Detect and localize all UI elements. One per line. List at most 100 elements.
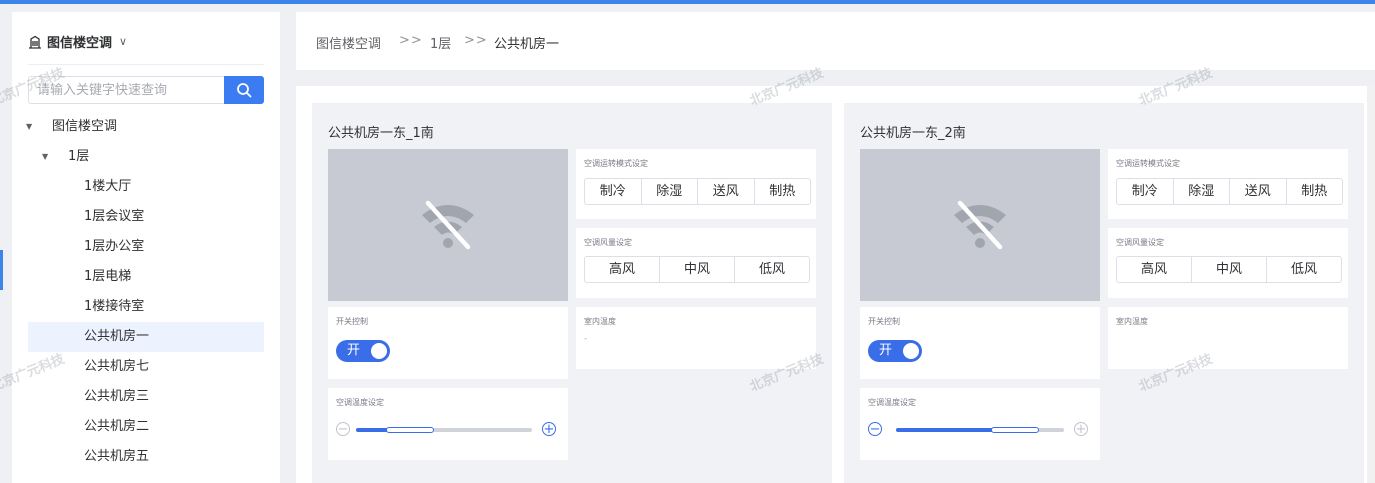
fan-low-button[interactable]: 低风	[1267, 257, 1341, 282]
tree-node-label: 1层	[68, 149, 90, 164]
temp-set-label: 空调温度设定	[868, 398, 916, 407]
tree-node-label: 1层电梯	[84, 269, 132, 284]
breadcrumb-item-root[interactable]: 图信楼空调	[316, 33, 381, 52]
plus-icon[interactable]: +	[542, 422, 556, 437]
mode-label: 空调运转模式设定	[1116, 159, 1180, 168]
tree-node-label: 图信楼空调	[52, 119, 118, 134]
fan-panel: 空调风量设定 高风 中风 低风	[1108, 228, 1348, 298]
mode-cool-button[interactable]: 制冷	[585, 179, 642, 204]
sidebar-title: 图信楼空调	[47, 36, 113, 51]
power-panel: 开关控制 开	[328, 307, 568, 379]
tree-node-label: 公共机房二	[84, 419, 150, 434]
fan-low-button[interactable]: 低风	[735, 257, 809, 282]
plus-icon[interactable]: +	[1074, 422, 1088, 437]
fan-panel: 空调风量设定 高风 中风 低风	[576, 228, 816, 298]
tree-node-label: 公共机房三	[84, 389, 150, 404]
mode-panel: 空调运转模式设定 制冷 除湿 送风 制热	[1108, 149, 1348, 219]
tree-node[interactable]: ▼ 图信楼空调	[26, 112, 264, 142]
tree-node-label: 公共机房七	[84, 359, 150, 374]
sidebar: 图信楼空调 ∨ ▼ 图信楼空调 ▼ 1层 1楼大厅 1层会议室 1层办公室 1层电梯 1楼接待室…	[12, 12, 280, 483]
mode-fan-button[interactable]: 送风	[698, 179, 755, 204]
tree-node[interactable]: 1层会议室	[28, 202, 264, 232]
mode-fan-button[interactable]: 送风	[1230, 179, 1287, 204]
unit-title: 公共机房一东_2南	[860, 126, 966, 141]
mode-selector: 制冷 除湿 送风 制热	[1116, 178, 1343, 205]
fan-label: 空调风量设定	[1116, 238, 1164, 247]
power-toggle[interactable]: 开	[336, 340, 390, 362]
tree-node[interactable]: 公共机房二	[28, 412, 264, 442]
tree-node[interactable]: 公共机房七	[28, 352, 264, 382]
breadcrumb-item-floor[interactable]: 1层	[430, 33, 451, 52]
tree-node-label: 1楼大厅	[84, 179, 132, 194]
fan-selector: 高风 中风 低风	[1116, 256, 1342, 283]
toggle-knob	[903, 343, 919, 359]
sidebar-title-dropdown[interactable]: 图信楼空调 ∨	[28, 32, 127, 51]
minus-icon[interactable]: −	[336, 422, 350, 437]
ac-unit-card: 公共机房一东_1南 空调运转模式设定 制冷 除湿 送风 制热 空调风量设定 高风…	[312, 103, 832, 483]
mode-dehumidify-button[interactable]: 除湿	[642, 179, 698, 204]
mode-cool-button[interactable]: 制冷	[1117, 179, 1174, 204]
caret-down-icon[interactable]: ▼	[26, 112, 32, 142]
breadcrumb: 图信楼空调 >> 1层 >> 公共机房一	[296, 12, 1375, 70]
temp-slider-thumb[interactable]	[385, 427, 434, 433]
tree-node[interactable]: ▼ 1层	[28, 142, 264, 172]
wifi-off-icon	[954, 200, 1006, 250]
mode-label: 空调运转模式设定	[584, 159, 648, 168]
power-toggle[interactable]: 开	[868, 340, 922, 362]
tree-node[interactable]: 公共机房一	[28, 322, 264, 352]
fan-selector: 高风 中风 低风	[584, 256, 810, 283]
tree-node[interactable]: 1层办公室	[28, 232, 264, 262]
search-bar	[28, 76, 264, 104]
tree-node-label: 1楼接待室	[84, 299, 145, 314]
indoor-temp-label: 室内温度	[584, 317, 616, 326]
search-input[interactable]	[28, 76, 224, 104]
power-state: 开	[879, 343, 893, 358]
power-label: 开关控制	[868, 317, 900, 326]
tree-node[interactable]: 公共机房五	[28, 442, 264, 472]
search-button[interactable]	[224, 76, 264, 104]
tree-node-label: 公共机房五	[84, 449, 150, 464]
fan-high-button[interactable]: 高风	[1117, 257, 1192, 282]
breadcrumb-item-current: 公共机房一	[494, 37, 560, 52]
ac-unit-card: 公共机房一东_2南 空调运转模式设定 制冷 除湿 送风 制热 空调风量设定 高风…	[844, 103, 1364, 483]
temp-set-panel: 空调温度设定 − +	[860, 388, 1100, 460]
mode-panel: 空调运转模式设定 制冷 除湿 送风 制热	[576, 149, 816, 219]
temp-slider-row: − +	[868, 421, 1092, 439]
temp-slider[interactable]	[356, 427, 532, 433]
camera-feed	[860, 149, 1100, 301]
tree-node[interactable]: 公共机房三	[28, 382, 264, 412]
tree: ▼ 图信楼空调 ▼ 1层 1楼大厅 1层会议室 1层办公室 1层电梯 1楼接待室公共机房一公共机…	[26, 112, 264, 472]
mode-dehumidify-button[interactable]: 除湿	[1174, 179, 1230, 204]
minus-icon[interactable]: −	[868, 422, 882, 437]
temp-slider[interactable]	[896, 427, 1064, 433]
temp-slider-row: − +	[336, 421, 560, 439]
fan-medium-button[interactable]: 中风	[660, 257, 735, 282]
power-state: 开	[347, 343, 361, 358]
tree-node-label: 1层办公室	[84, 239, 145, 254]
tree-node-label: 1层会议室	[84, 209, 145, 224]
mode-heat-button[interactable]: 制热	[1287, 179, 1343, 204]
temp-slider-thumb[interactable]	[990, 427, 1039, 433]
caret-down-icon[interactable]: ▼	[42, 142, 48, 172]
scrollbar[interactable]	[1367, 86, 1375, 483]
toggle-knob	[371, 343, 387, 359]
wifi-off-icon	[422, 200, 474, 250]
tree-node[interactable]: 1楼接待室	[28, 292, 264, 322]
power-label: 开关控制	[336, 317, 368, 326]
temp-set-label: 空调温度设定	[336, 398, 384, 407]
indoor-temp-value: -	[584, 334, 588, 344]
breadcrumb-separator: >>	[399, 33, 423, 48]
fan-medium-button[interactable]: 中风	[1192, 257, 1267, 282]
breadcrumb-separator: >>	[464, 33, 488, 48]
fan-high-button[interactable]: 高风	[585, 257, 660, 282]
camera-feed	[328, 149, 568, 301]
mode-heat-button[interactable]: 制热	[755, 179, 811, 204]
indoor-temp-panel: 室内温度	[1108, 307, 1348, 369]
fan-label: 空调风量设定	[584, 238, 632, 247]
tree-node[interactable]: 1层电梯	[28, 262, 264, 292]
tree-node-label: 公共机房一	[84, 329, 150, 344]
chevron-down-icon[interactable]: ∨	[119, 35, 127, 48]
tree-node[interactable]: 1楼大厅	[28, 172, 264, 202]
unit-title: 公共机房一东_1南	[328, 126, 434, 141]
indoor-temp-label: 室内温度	[1116, 317, 1148, 326]
